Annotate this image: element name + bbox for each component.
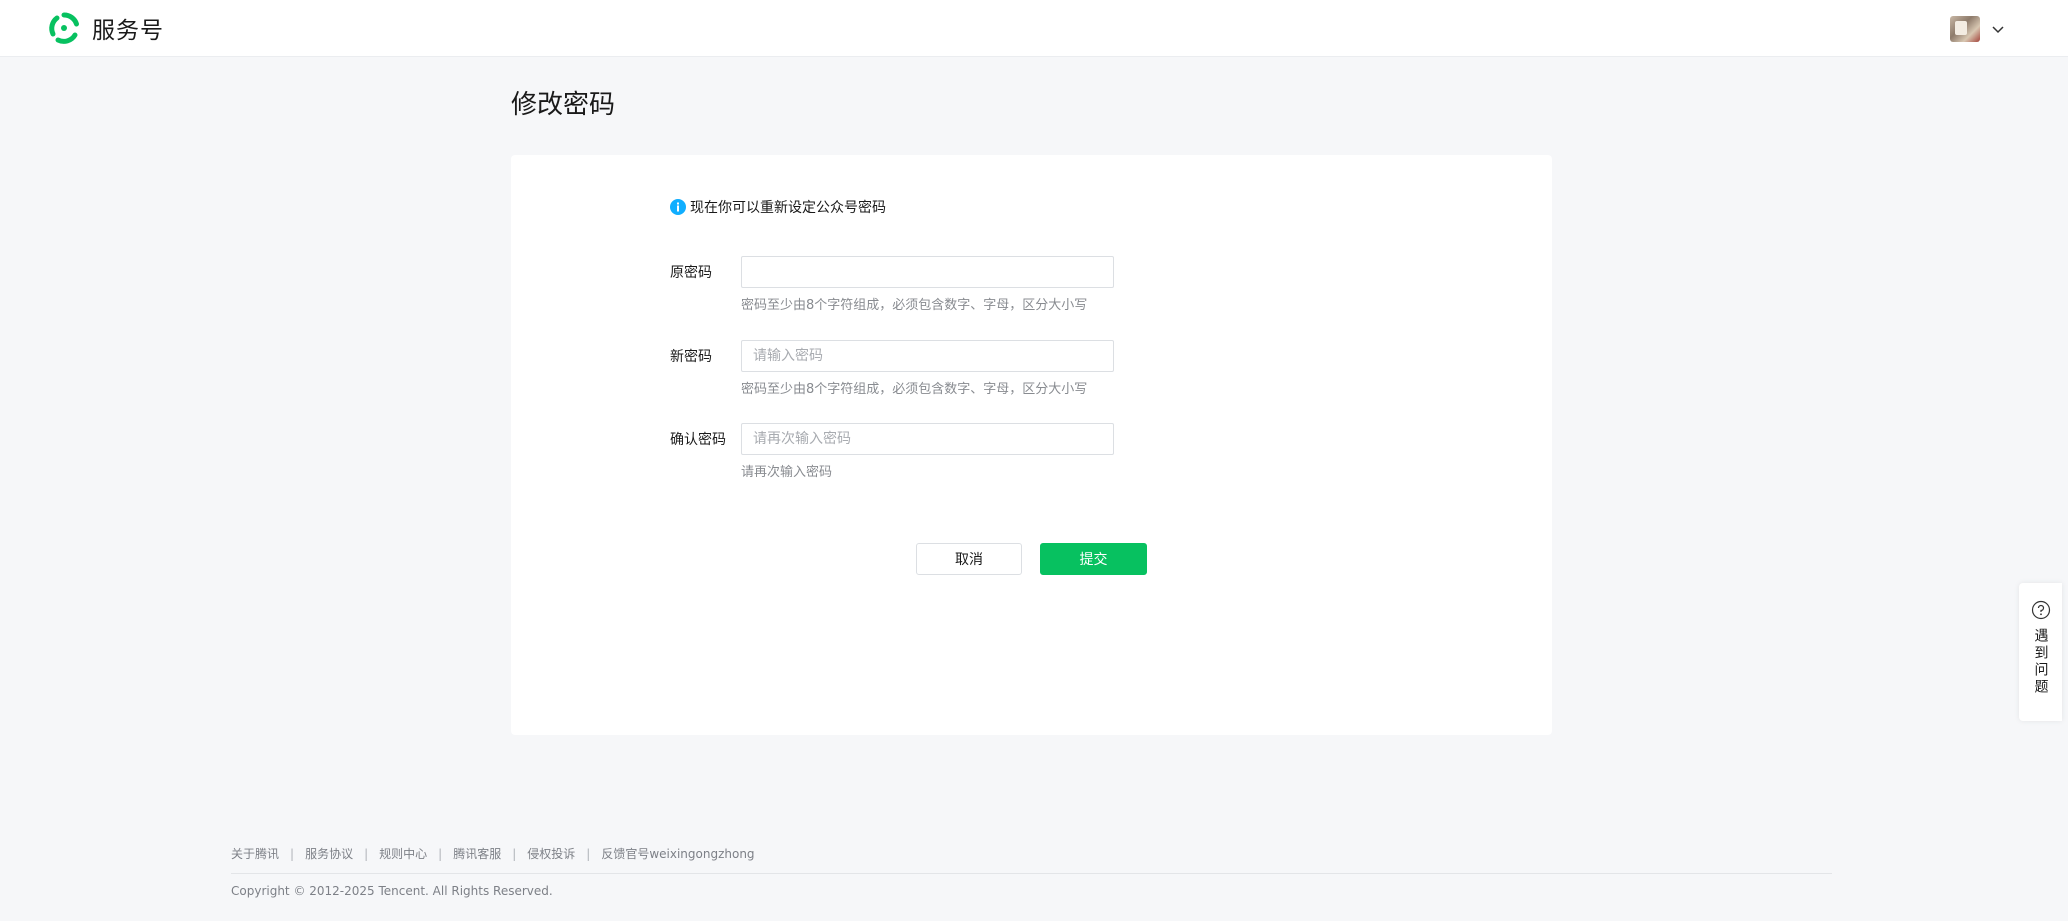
footer-separator: | bbox=[364, 846, 369, 861]
confirm-password-label: 确认密码 bbox=[670, 432, 726, 448]
old-password-label: 原密码 bbox=[670, 265, 712, 281]
footer-link-service-agreement[interactable]: 服务协议 bbox=[305, 845, 353, 862]
footer-divider bbox=[231, 873, 1832, 874]
footer-separator: | bbox=[512, 846, 517, 861]
brand-name: 服务号 bbox=[92, 18, 164, 44]
footer-separator: | bbox=[290, 846, 295, 861]
info-icon bbox=[670, 199, 686, 215]
submit-button[interactable]: 提交 bbox=[1040, 543, 1147, 575]
avatar[interactable] bbox=[1950, 16, 1980, 42]
question-circle-icon bbox=[2031, 600, 2050, 620]
footer-link-infringement[interactable]: 侵权投诉 bbox=[527, 845, 575, 862]
notice: 现在你可以重新设定公众号密码 bbox=[670, 197, 886, 217]
footer-separator: | bbox=[586, 846, 591, 861]
new-password-label: 新密码 bbox=[670, 349, 712, 365]
new-password-input[interactable] bbox=[741, 340, 1114, 372]
new-password-hint: 密码至少由8个字符组成，必须包含数字、字母，区分大小写 bbox=[741, 382, 1088, 397]
footer-link-feedback[interactable]: 反馈官号weixingongzhong bbox=[601, 845, 754, 862]
chevron-down-icon[interactable] bbox=[1990, 21, 2006, 37]
cancel-button[interactable]: 取消 bbox=[916, 543, 1022, 575]
service-account-logo-icon bbox=[49, 12, 79, 44]
brand[interactable]: 服务号 bbox=[46, 10, 164, 46]
account-menu[interactable] bbox=[1950, 16, 2006, 42]
footer-link-customer-service[interactable]: 腾讯客服 bbox=[453, 845, 501, 862]
confirm-password-hint: 请再次输入密码 bbox=[741, 465, 833, 480]
top-bar: 服务号 bbox=[0, 0, 2068, 57]
notice-text: 现在你可以重新设定公众号密码 bbox=[690, 200, 886, 216]
page-title: 修改密码 bbox=[511, 90, 616, 120]
help-float-button[interactable]: 遇到问题 bbox=[2019, 583, 2062, 721]
footer-link-about[interactable]: 关于腾讯 bbox=[231, 845, 279, 862]
footer-link-rules-center[interactable]: 规则中心 bbox=[379, 845, 427, 862]
help-label: 遇到问题 bbox=[2032, 628, 2049, 696]
old-password-hint: 密码至少由8个字符组成，必须包含数字、字母，区分大小写 bbox=[741, 298, 1088, 313]
footer-links: 关于腾讯 | 服务协议 | 规则中心 | 腾讯客服 | 侵权投诉 | 反馈官号w… bbox=[231, 845, 755, 862]
confirm-password-input[interactable] bbox=[741, 423, 1114, 455]
copyright: Copyright © 2012-2025 Tencent. All Right… bbox=[231, 884, 553, 898]
change-password-card: 现在你可以重新设定公众号密码 原密码 密码至少由8个字符组成，必须包含数字、字母… bbox=[511, 155, 1552, 735]
old-password-input[interactable] bbox=[741, 256, 1114, 288]
footer-separator: | bbox=[438, 846, 443, 861]
